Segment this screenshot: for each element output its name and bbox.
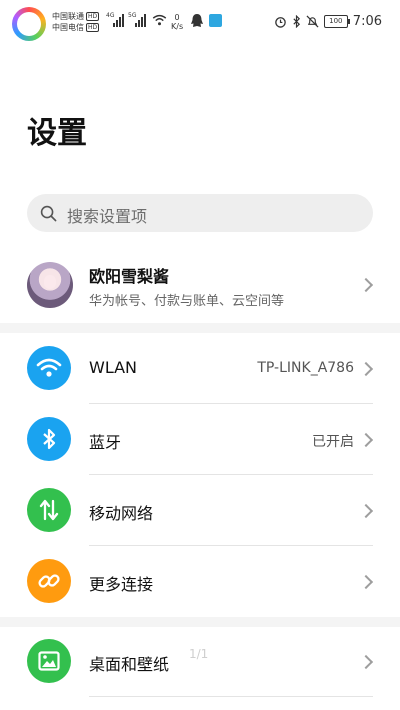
account-name: 欧阳雪梨酱 <box>89 267 170 286</box>
status-bar: 中国联通 HD 中国电信 HD 4G 5G 0 K/s 100 7:06 <box>0 0 400 48</box>
search-bar[interactable]: 搜索设置项 <box>27 194 373 232</box>
account-row[interactable]: 欧阳雪梨酱 华为帐号、付款与账单、云空间等 <box>0 245 400 323</box>
setting-row-wallpaper[interactable]: 桌面和壁纸 <box>0 627 400 697</box>
chevron-right-icon <box>358 361 374 377</box>
wifi-status-icon <box>152 14 167 26</box>
setting-row-more-connections[interactable]: 更多连接 <box>0 547 400 617</box>
search-icon <box>40 205 57 222</box>
hd-badge-1: HD <box>86 12 100 21</box>
setting-value: TP-LINK_A786 <box>257 360 354 376</box>
bluetooth-icon <box>27 417 71 461</box>
setting-label: 移动网络 <box>89 504 154 523</box>
hd-badge-2: HD <box>86 23 100 32</box>
carrier-info: 中国联通 HD 中国电信 HD <box>52 11 100 33</box>
status-right: 100 7:06 <box>274 14 382 29</box>
alarm-icon <box>275 17 286 28</box>
group-separator <box>0 323 400 333</box>
bluetooth-status-icon <box>293 15 300 28</box>
setting-row-bluetooth[interactable]: 蓝牙 已开启 <box>0 405 400 475</box>
search-placeholder: 搜索设置项 <box>67 207 148 226</box>
page-indicator: 1/1 <box>189 647 209 661</box>
account-subtitle: 华为帐号、付款与账单、云空间等 <box>89 294 285 309</box>
setting-label: 蓝牙 <box>89 433 122 452</box>
chevron-right-icon <box>358 654 374 670</box>
network-speed: 0 K/s <box>171 13 183 31</box>
chevron-right-icon <box>358 432 374 448</box>
setting-label: 桌面和壁纸 <box>89 655 170 674</box>
avatar <box>27 262 73 308</box>
group-separator <box>0 617 400 627</box>
clock: 7:06 <box>352 14 382 29</box>
mute-icon <box>306 15 319 28</box>
setting-label: 更多连接 <box>89 575 154 594</box>
divider <box>89 545 373 546</box>
setting-value: 已开启 <box>312 434 354 450</box>
chevron-right-icon <box>358 503 374 519</box>
link-icon <box>27 559 71 603</box>
mobile-data-icon <box>27 488 71 532</box>
app-ring-icon <box>12 7 46 41</box>
setting-row-mobile-network[interactable]: 移动网络 <box>0 476 400 546</box>
battery-icon: 100 <box>323 15 350 28</box>
wallpaper-icon <box>27 639 71 683</box>
signal-1-icon <box>113 13 124 27</box>
setting-label: WLAN <box>89 358 138 377</box>
page-title: 设置 <box>27 116 87 151</box>
notification-app-icon <box>209 14 222 27</box>
setting-row-wlan[interactable]: WLAN TP-LINK_A786 <box>0 334 400 404</box>
wifi-icon <box>27 346 71 390</box>
divider <box>89 474 373 475</box>
chevron-right-icon <box>358 574 374 590</box>
signal-2-icon <box>135 13 146 27</box>
divider <box>89 403 373 404</box>
speed-unit: K/s <box>171 22 184 31</box>
carrier-2: 中国电信 <box>52 23 84 32</box>
speed-value: 0 <box>174 13 180 22</box>
divider <box>89 696 373 697</box>
qq-icon <box>191 14 203 27</box>
chevron-right-icon <box>358 277 374 293</box>
carrier-1: 中国联通 <box>52 12 84 21</box>
battery-level: 100 <box>329 17 343 25</box>
